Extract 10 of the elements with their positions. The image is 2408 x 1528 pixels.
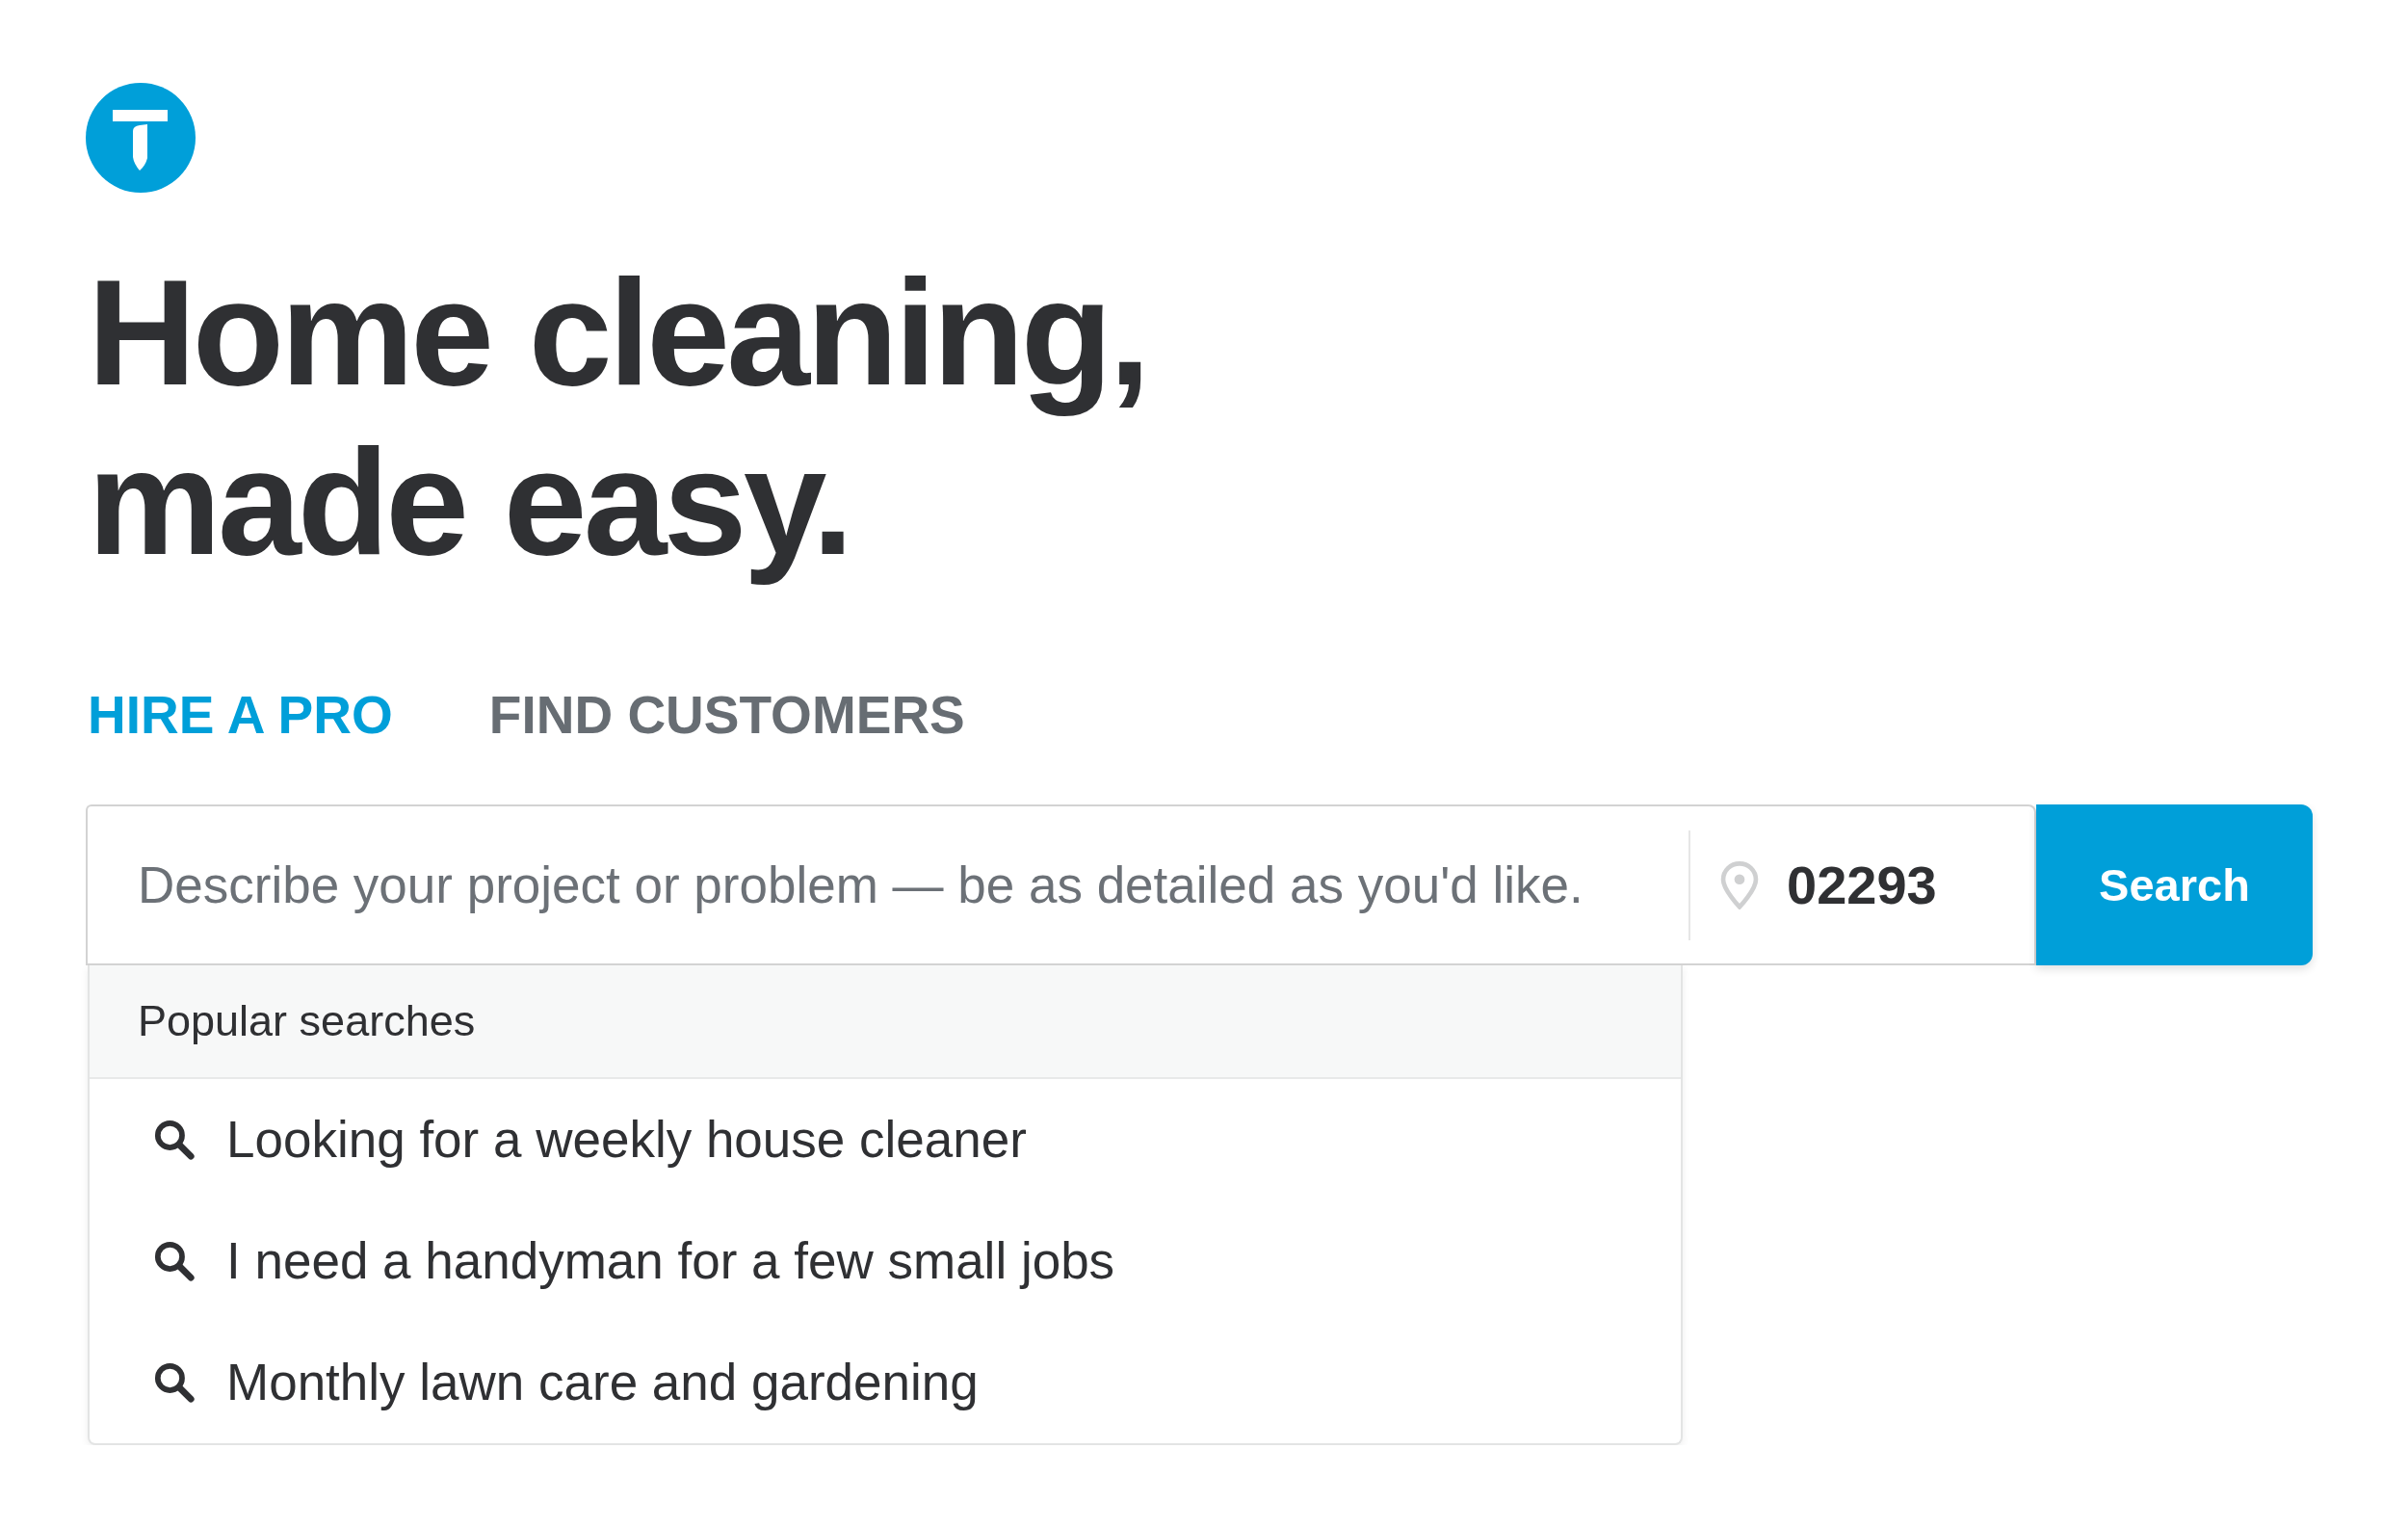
popular-searches-label: Popular searches	[138, 995, 476, 1047]
logo-icon	[86, 83, 196, 193]
tab[interactable]: FIND CUSTOMERS	[488, 684, 965, 746]
popular-search-item[interactable]: Looking for a weekly house cleaner	[154, 1109, 1027, 1171]
search-icon	[154, 1362, 195, 1403]
search-icon	[154, 1120, 195, 1160]
hero-heading: Home cleaning, made easy.	[88, 248, 1148, 587]
popular-search-item[interactable]: Monthly lawn care and gardening	[154, 1352, 979, 1413]
popular-search-item[interactable]: I need a handyman for a few small jobs	[154, 1230, 1115, 1292]
search-icon	[154, 1241, 195, 1281]
